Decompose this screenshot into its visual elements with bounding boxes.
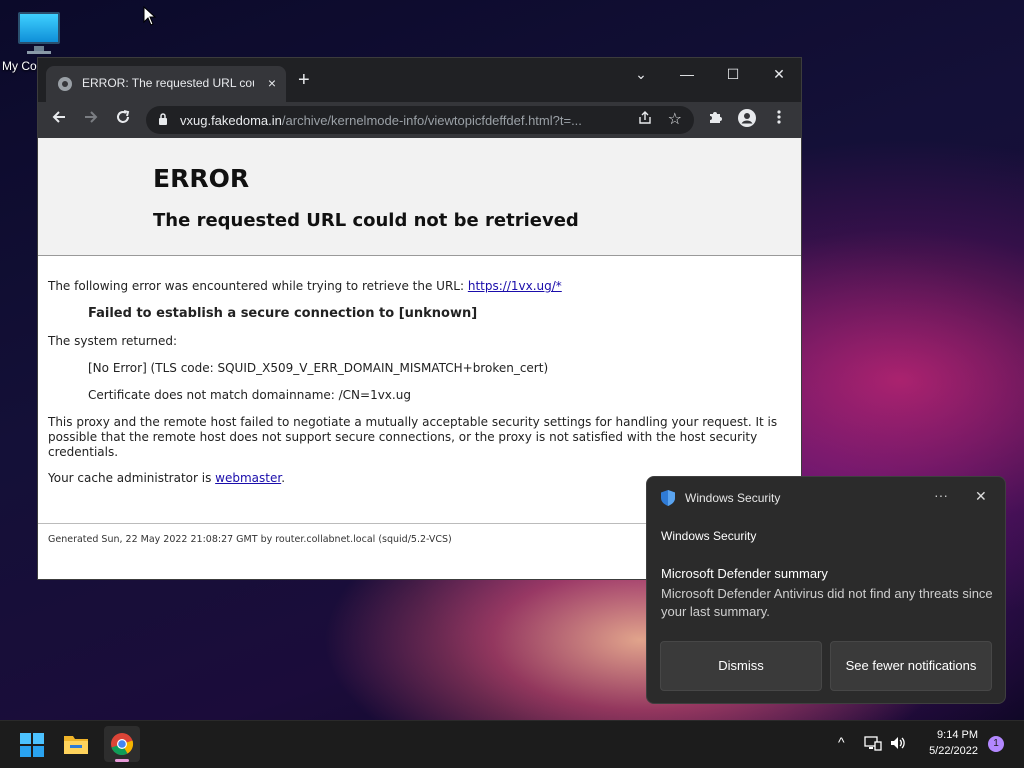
minimize-button[interactable]: — xyxy=(672,66,702,82)
tab-title: ERROR: The requested URL could not be re… xyxy=(82,76,254,90)
tab-close-button[interactable]: × xyxy=(268,75,276,91)
close-window-button[interactable]: ✕ xyxy=(764,66,794,83)
reload-button[interactable] xyxy=(112,109,134,131)
menu-kebab-icon[interactable] xyxy=(768,109,790,131)
browser-toolbar: vxug.fakedoma.in/archive/kernelmode-info… xyxy=(38,102,801,138)
tls-error-code: [No Error] (TLS code: SQUID_X509_V_ERR_D… xyxy=(88,361,549,375)
url-host: vxug.fakedoma.in xyxy=(180,113,282,128)
tab-search-dropdown-button[interactable]: ⌄ xyxy=(626,66,656,83)
active-app-indicator xyxy=(115,759,129,762)
failed-message: Failed to establish a secure connection … xyxy=(88,306,478,321)
url-text: vxug.fakedoma.in/archive/kernelmode-info… xyxy=(180,113,624,128)
shield-icon xyxy=(661,490,675,506)
cache-admin-line: Your cache administrator is webmaster. xyxy=(48,471,286,485)
forward-button[interactable] xyxy=(80,109,102,131)
arrow-right-icon xyxy=(85,111,98,123)
globe-icon xyxy=(58,77,72,91)
clock-date[interactable]: 5/22/2022 xyxy=(916,745,978,757)
chrome-taskbar-button[interactable] xyxy=(104,726,140,762)
desktop-icon-label: My Co xyxy=(2,59,37,73)
maximize-button[interactable]: ☐ xyxy=(718,66,748,83)
error-title: ERROR xyxy=(153,164,250,193)
url-path: /archive/kernelmode-info/viewtopicfdeffd… xyxy=(281,113,582,128)
folder-icon xyxy=(64,736,88,754)
toast-subtitle: Windows Security xyxy=(661,529,757,543)
proxy-explanation: This proxy and the remote host failed to… xyxy=(48,415,778,459)
network-icon[interactable] xyxy=(864,735,882,751)
file-explorer-taskbar-button[interactable] xyxy=(60,728,94,760)
bookmark-star-icon[interactable]: ☆ xyxy=(668,109,682,129)
extensions-puzzle-icon[interactable] xyxy=(704,109,726,131)
toast-app-name: Windows Security xyxy=(685,491,781,505)
profile-avatar-icon[interactable] xyxy=(736,109,758,131)
share-icon[interactable] xyxy=(638,111,652,128)
volume-icon[interactable] xyxy=(889,735,907,751)
error-url-link[interactable]: https://1vx.ug/* xyxy=(468,279,562,293)
windows-logo-icon xyxy=(20,733,44,757)
error-intro: The following error was encountered whil… xyxy=(48,279,562,293)
clock-time[interactable]: 9:14 PM xyxy=(916,729,978,741)
system-returned-label: The system returned: xyxy=(48,334,178,348)
address-bar[interactable]: vxug.fakedoma.in/archive/kernelmode-info… xyxy=(146,106,694,134)
webmaster-link[interactable]: webmaster xyxy=(215,471,281,485)
notification-count-badge[interactable]: 1 xyxy=(988,736,1004,752)
monitor-icon xyxy=(18,12,60,44)
show-hidden-icons-chevron[interactable]: ^ xyxy=(838,734,845,750)
more-options-icon[interactable]: ··· xyxy=(934,487,948,503)
toast-body: Microsoft Defender Antivirus did not fin… xyxy=(661,586,993,619)
dismiss-button[interactable]: Dismiss xyxy=(660,641,822,691)
error-subtitle: The requested URL could not be retrieved xyxy=(153,210,579,231)
back-button[interactable] xyxy=(48,109,70,131)
arrow-left-icon xyxy=(52,111,65,123)
tab-strip: ERROR: The requested URL could not be re… xyxy=(38,58,801,102)
generated-footer: Generated Sun, 22 May 2022 21:08:27 GMT … xyxy=(48,534,452,545)
new-tab-button[interactable]: + xyxy=(298,70,310,90)
tab-active[interactable]: ERROR: The requested URL could not be re… xyxy=(46,66,286,102)
toast-close-button[interactable]: ✕ xyxy=(975,488,987,505)
toast-heading: Microsoft Defender summary xyxy=(661,566,828,581)
windows-security-toast: Windows Security ··· ✕ Windows Security … xyxy=(646,476,1006,704)
lock-icon xyxy=(159,113,167,125)
start-button[interactable] xyxy=(16,728,50,760)
error-header: ERROR The requested URL could not be ret… xyxy=(38,138,801,256)
reload-icon xyxy=(117,110,130,123)
chrome-icon xyxy=(111,733,134,756)
cert-mismatch-text: Certificate does not match domainname: /… xyxy=(88,388,411,402)
mouse-cursor-icon xyxy=(143,6,157,26)
see-fewer-notifications-button[interactable]: See fewer notifications xyxy=(830,641,992,691)
